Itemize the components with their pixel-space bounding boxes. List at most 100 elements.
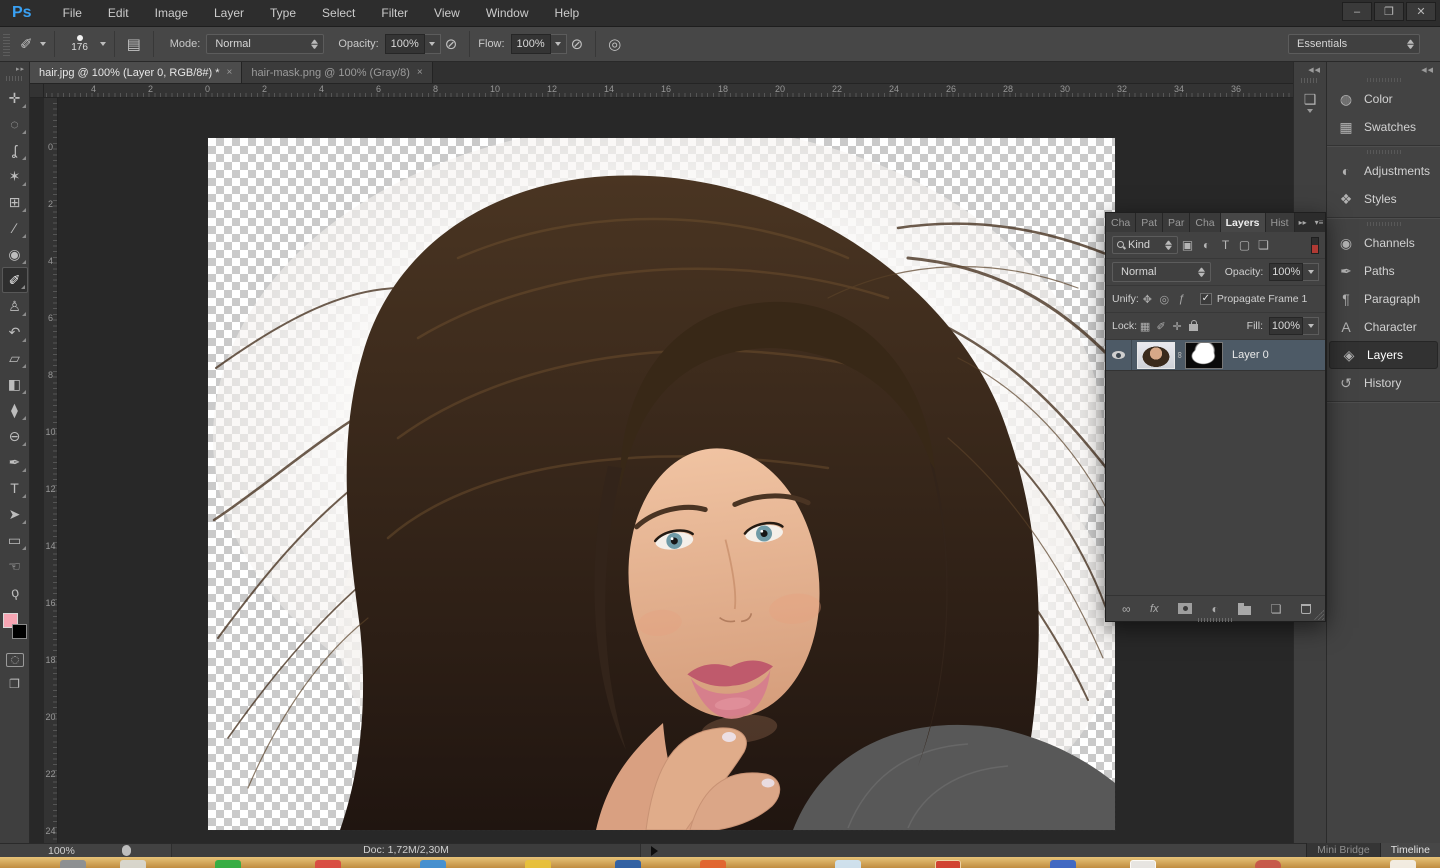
document-tab[interactable]: hair-mask.png @ 100% (Gray/8) × — [242, 62, 432, 83]
filter-kind-select[interactable]: Kind — [1112, 236, 1178, 254]
flow-dropdown-button[interactable] — [551, 34, 567, 54]
tab-patterns[interactable]: Pat — [1136, 213, 1163, 232]
zoom-tool[interactable]: ϙ — [0, 577, 30, 607]
menu-item[interactable]: Select — [309, 1, 368, 25]
tab-paragraph[interactable]: Par — [1163, 213, 1190, 232]
shape-tool[interactable]: ▭ — [2, 527, 28, 553]
close-button[interactable]: ✕ — [1406, 2, 1436, 21]
filter-adjustment-layers-icon[interactable]: ◐ — [1197, 238, 1216, 252]
background-color-swatch[interactable] — [12, 624, 27, 639]
brush-preset-picker[interactable]: 176 — [63, 30, 97, 58]
link-layers-icon[interactable]: ∞ — [1122, 602, 1131, 616]
dock-item-history[interactable]: ↺ History — [1327, 369, 1440, 397]
taskbar-app-icon[interactable] — [120, 860, 146, 868]
history-brush-tool[interactable]: ↶ — [2, 319, 28, 345]
dock-item-color[interactable]: ◍ Color — [1327, 85, 1440, 113]
dock-item-adjustments[interactable]: ◐ Adjustments — [1327, 157, 1440, 185]
lock-pixels-icon[interactable]: ✐ — [1153, 320, 1169, 333]
tab-history[interactable]: Hist — [1266, 213, 1295, 232]
layer-list-empty-area[interactable] — [1106, 371, 1325, 589]
filter-pixel-layers-icon[interactable]: ▣ — [1178, 238, 1197, 252]
menu-item[interactable]: Filter — [368, 1, 421, 25]
taskbar-app-icon[interactable] — [420, 860, 446, 868]
pressure-opacity-icon[interactable]: ⊘ — [441, 35, 462, 53]
add-mask-icon[interactable] — [1178, 603, 1192, 614]
dock-collapse-icon[interactable]: ◀◀ — [1327, 62, 1440, 74]
airbrush-icon[interactable]: ◎ — [604, 35, 625, 53]
zoom-level-field[interactable]: 100% — [48, 845, 94, 857]
dock-collapse-icon[interactable]: ◀◀ — [1294, 62, 1326, 76]
blend-mode-select[interactable]: Normal — [206, 34, 324, 54]
propagate-checkbox[interactable]: ✓ — [1200, 293, 1212, 305]
tab-character[interactable]: Cha — [1190, 213, 1220, 232]
layer-mask-thumbnail[interactable] — [1185, 342, 1223, 369]
path-select-tool[interactable]: ➤ — [2, 501, 28, 527]
menu-item[interactable]: Window — [473, 1, 542, 25]
layer-name[interactable]: Layer 0 — [1232, 349, 1269, 361]
workspace-select[interactable]: Essentials — [1288, 34, 1420, 54]
screen-mode-button[interactable]: ❐ — [9, 677, 20, 691]
taskbar-app-icon[interactable] — [1255, 860, 1281, 868]
pen-tool[interactable]: ✒ — [2, 449, 28, 475]
menu-item[interactable]: Image — [142, 1, 201, 25]
adjustment-layer-icon[interactable]: ◐ — [1212, 602, 1219, 616]
filter-type-layers-icon[interactable]: T — [1216, 238, 1235, 252]
layer-row[interactable]: ∞ Layer 0 — [1106, 340, 1325, 371]
tab-layers[interactable]: Layers — [1221, 213, 1266, 232]
brush-picker-caret-icon[interactable] — [100, 42, 106, 46]
move-tool[interactable]: ✛ — [2, 85, 28, 111]
dodge-tool[interactable]: ⊖ — [2, 423, 28, 449]
marquee-tool[interactable]: ◌ — [2, 111, 28, 137]
healing-brush-tool[interactable]: ◉ — [2, 241, 28, 267]
clone-stamp-tool[interactable]: ♙ — [2, 293, 28, 319]
dock-item-character[interactable]: A Character — [1327, 313, 1440, 341]
panel-grip[interactable] — [1301, 78, 1319, 83]
taskbar-app-icon[interactable] — [615, 860, 641, 868]
windows-taskbar[interactable] — [0, 857, 1440, 868]
filter-shape-layers-icon[interactable]: ▢ — [1235, 238, 1254, 252]
properties-panel-icon[interactable]: ❑ — [1300, 91, 1320, 108]
lock-all-icon[interactable] — [1189, 324, 1198, 331]
tab-overflow-icon[interactable]: ▸▸ — [1295, 213, 1311, 232]
quick-mask-button[interactable] — [6, 653, 24, 667]
dock-grip[interactable] — [1367, 150, 1401, 154]
new-layer-icon[interactable]: ❏ — [1271, 602, 1282, 616]
eyedropper-tool[interactable]: ∕ — [2, 215, 28, 241]
menu-item[interactable]: Layer — [201, 1, 257, 25]
panel-menu-icon[interactable]: ▾≡ — [1311, 213, 1328, 232]
layer-style-icon[interactable]: fx — [1150, 603, 1159, 615]
taskbar-app-icon[interactable] — [1390, 860, 1416, 868]
eraser-tool[interactable]: ▱ — [2, 345, 28, 371]
layer-fill-value[interactable]: 100% — [1269, 317, 1303, 335]
document-tab[interactable]: hair.jpg @ 100% (Layer 0, RGB/8#) * × — [30, 62, 242, 83]
taskbar-app-icon[interactable] — [315, 860, 341, 868]
type-tool[interactable]: T — [2, 475, 28, 501]
minimize-button[interactable]: – — [1342, 2, 1372, 21]
blur-tool[interactable]: ⧫ — [2, 397, 28, 423]
hand-tool[interactable]: ☜ — [2, 553, 28, 579]
toolbar-collapse-icon[interactable]: ▸▸ — [16, 62, 29, 74]
taskbar-app-icon[interactable] — [215, 860, 241, 868]
dock-grip[interactable] — [1367, 222, 1401, 226]
taskbar-app-icon[interactable] — [835, 860, 861, 868]
pressure-flow-icon[interactable]: ⊘ — [567, 35, 588, 53]
filter-smart-objects-icon[interactable]: ❏ — [1254, 238, 1273, 252]
tab-mini-bridge[interactable]: Mini Bridge — [1306, 843, 1380, 857]
tab-close-icon[interactable]: × — [417, 67, 423, 78]
taskbar-app-icon[interactable] — [935, 860, 961, 868]
restore-button[interactable]: ❐ — [1374, 2, 1404, 21]
unify-visibility-icon[interactable]: ◎ — [1156, 293, 1173, 306]
status-options-arrow-icon[interactable] — [651, 846, 658, 856]
magic-wand-tool[interactable]: ✶ — [2, 163, 28, 189]
layer-blend-mode-select[interactable]: Normal — [1112, 262, 1211, 282]
layer-opacity-value[interactable]: 100% — [1269, 263, 1303, 281]
dock-grip[interactable] — [1367, 78, 1401, 82]
document-size-readout[interactable]: Doc: 1,72M/2,30M — [171, 844, 641, 857]
taskbar-app-icon[interactable] — [700, 860, 726, 868]
canvas-document[interactable] — [208, 138, 1115, 830]
paint-bucket-tool[interactable]: ◧ — [2, 371, 28, 397]
dock-item-channels[interactable]: ◉ Channels — [1327, 229, 1440, 257]
menu-item[interactable]: Edit — [95, 1, 142, 25]
tool-preset-caret-icon[interactable] — [40, 42, 46, 46]
taskbar-app-icon[interactable] — [1130, 860, 1156, 868]
